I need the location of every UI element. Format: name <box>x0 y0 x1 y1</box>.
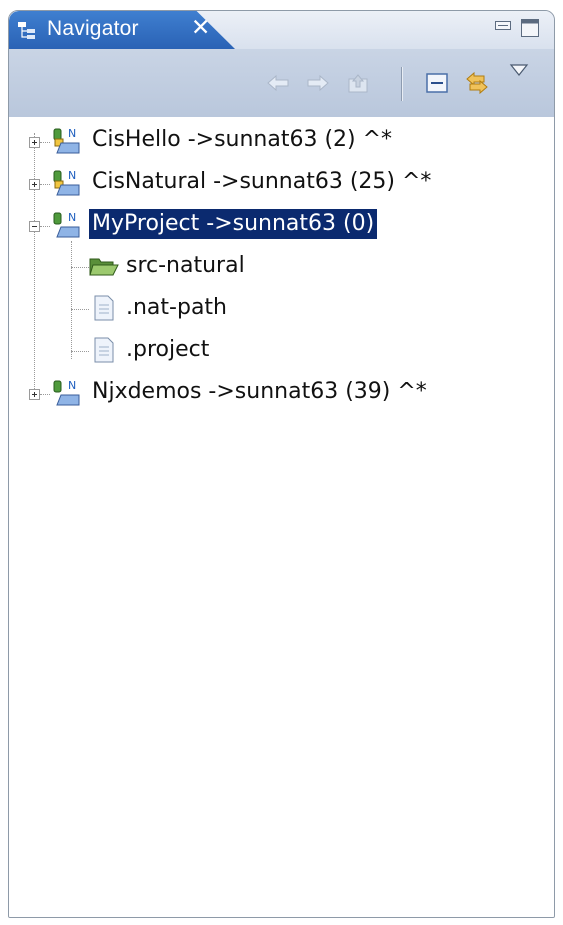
up-folder-icon[interactable] <box>345 71 371 95</box>
collapse-icon[interactable] <box>29 221 40 232</box>
tree-item-cishello[interactable]: N CisHello ->sunnat63 (2) ^* <box>9 119 554 159</box>
expand-icon[interactable] <box>29 137 40 148</box>
tree-item-label: src-natural <box>126 253 245 278</box>
view-toolbar <box>9 49 554 118</box>
file-icon <box>94 337 114 363</box>
expand-icon[interactable] <box>29 179 40 190</box>
expand-icon[interactable] <box>29 389 40 400</box>
navigator-view: Navigator ✕ N CisHello ->sunnat63 (2) ^*… <box>8 10 555 918</box>
tree-item-label: .nat-path <box>126 295 227 320</box>
tree-item-label: .project <box>126 337 210 362</box>
view-menu-icon[interactable] <box>509 63 529 77</box>
tree-item-label: CisNatural ->sunnat63 (25) ^* <box>92 169 432 194</box>
tree-connector <box>40 394 50 395</box>
tree-item-nat-path[interactable]: .nat-path <box>9 287 554 327</box>
project-icon: N <box>53 379 80 406</box>
tree-item-njxdemos[interactable]: N Njxdemos ->sunnat63 (39) ^* <box>9 371 554 411</box>
tree-connector <box>71 309 89 310</box>
collapse-all-icon[interactable] <box>424 71 450 95</box>
toolbar-separator <box>401 67 403 101</box>
view-header: Navigator ✕ <box>9 11 554 49</box>
project-icon: N <box>53 211 80 238</box>
svg-text:N: N <box>68 169 76 182</box>
tree-item-myproject[interactable]: N MyProject ->sunnat63 (0) <box>9 203 554 243</box>
navigator-tree[interactable]: N CisHello ->sunnat63 (2) ^* N CisNatura… <box>9 117 554 917</box>
link-with-editor-icon[interactable] <box>464 71 490 95</box>
tree-item-project-file[interactable]: .project <box>9 329 554 369</box>
tree-connector <box>40 226 50 227</box>
file-icon <box>94 295 114 321</box>
tree-item-label: CisHello ->sunnat63 (2) ^* <box>92 127 393 152</box>
tree-item-cisnatural[interactable]: N CisNatural ->sunnat63 (25) ^* <box>9 161 554 201</box>
minimize-icon[interactable] <box>495 21 511 30</box>
tree-item-label: Njxdemos ->sunnat63 (39) ^* <box>92 379 427 404</box>
tree-connector <box>40 184 50 185</box>
folder-icon <box>89 258 119 276</box>
navigator-icon <box>18 22 35 39</box>
tree-connector <box>71 351 89 352</box>
svg-text:N: N <box>68 211 76 224</box>
tree-item-label: MyProject ->sunnat63 (0) <box>89 209 378 239</box>
view-title: Navigator <box>47 17 139 40</box>
maximize-icon[interactable] <box>521 19 539 37</box>
svg-text:N: N <box>68 379 76 392</box>
tree-item-src-natural[interactable]: src-natural <box>9 245 554 285</box>
forward-arrow-icon[interactable] <box>305 71 331 95</box>
back-arrow-icon[interactable] <box>265 71 291 95</box>
close-icon[interactable]: ✕ <box>191 15 210 41</box>
tree-connector <box>71 267 89 268</box>
project-icon: N <box>53 127 80 154</box>
tree-connector <box>40 142 50 143</box>
svg-text:N: N <box>68 127 76 140</box>
project-icon: N <box>53 169 80 196</box>
